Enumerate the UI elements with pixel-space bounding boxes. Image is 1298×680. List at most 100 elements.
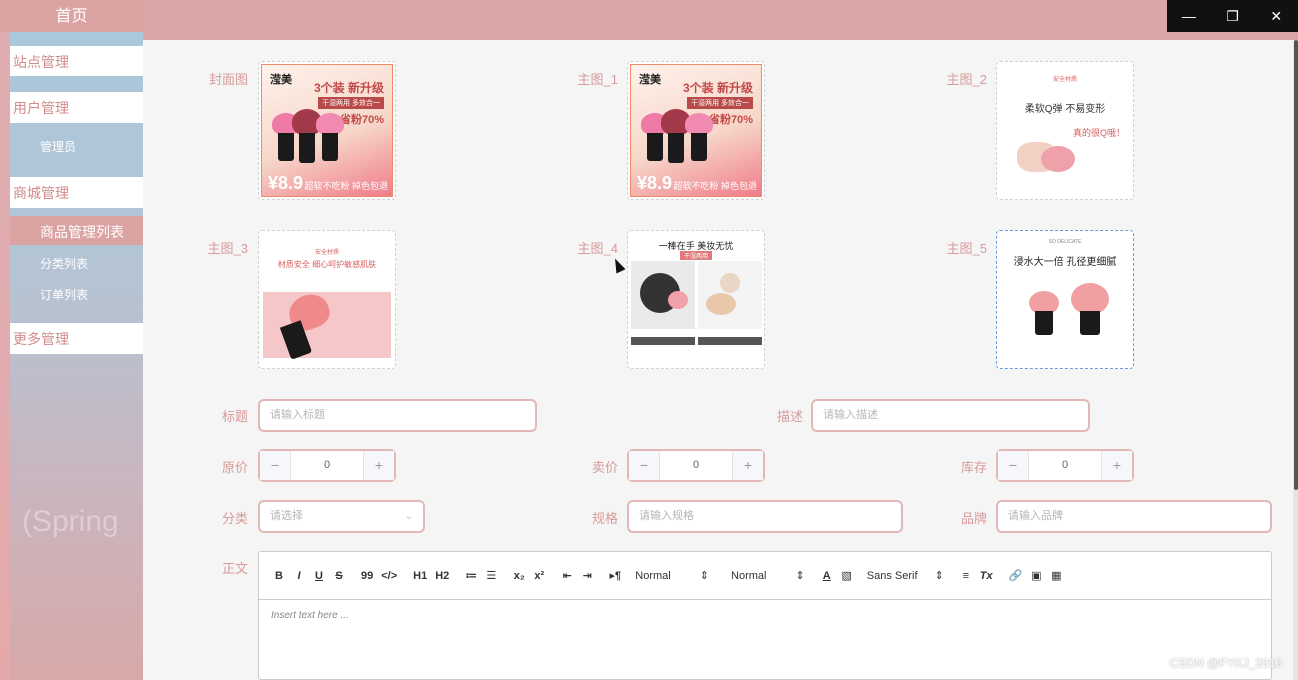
- main-image-5-upload[interactable]: SO DELICATE 浸水大一倍 孔径更细腻: [996, 230, 1134, 369]
- body-label: 正文: [221, 561, 248, 576]
- sidebar-item-mall[interactable]: 商城管理: [10, 177, 143, 208]
- category-select-placeholder: 请选择: [270, 510, 303, 522]
- art-title: 柔软Q弹 不易变形: [1024, 104, 1106, 115]
- decrement-button[interactable]: −: [260, 451, 290, 480]
- art-tag: 干湿两用: [679, 251, 713, 260]
- decrement-button[interactable]: −: [629, 451, 659, 480]
- indent-icon[interactable]: ⇥: [577, 569, 597, 582]
- watermark: CSDN @FYKJ_2010: [1169, 656, 1282, 670]
- sidebar-item-orders[interactable]: 订单列表: [10, 286, 143, 306]
- cover-image-upload[interactable]: 滢美 3个装 新升级 干湿两用 多效合一 省粉70% ¥8.9 超软不吃粉 掉色…: [258, 61, 396, 200]
- sidebar-item-users[interactable]: 用户管理: [10, 92, 143, 123]
- sidebar-accent-strip: [0, 0, 10, 680]
- updown-icon: ⇕: [795, 570, 805, 582]
- main-image-2-upload[interactable]: 安全材质 柔软Q弹 不易变形 真的很Q哦！: [996, 61, 1134, 200]
- bullet-list-icon[interactable]: ☰: [481, 569, 501, 582]
- sale-price-value[interactable]: 0: [659, 451, 733, 480]
- original-price-label: 原价: [221, 460, 248, 475]
- art-brand: 滢美: [270, 74, 292, 86]
- puff-handle: [322, 133, 338, 161]
- ordered-list-icon[interactable]: ≔: [461, 569, 481, 582]
- close-icon[interactable]: ✕: [1254, 0, 1298, 32]
- spec-input[interactable]: 请输入规格: [627, 500, 903, 533]
- code-block-button[interactable]: </>: [377, 570, 401, 582]
- sidebar-item-products[interactable]: 商品管理列表: [10, 216, 143, 245]
- editor-placeholder[interactable]: Insert text here ...: [271, 610, 349, 621]
- outdent-icon[interactable]: ⇤: [557, 569, 577, 582]
- sidebar-item-more[interactable]: 更多管理: [10, 323, 143, 354]
- puff-handle: [299, 133, 315, 163]
- art-footer: 超软不吃粉 掉色包退: [673, 181, 757, 191]
- sidebar-background-text: (Spring: [22, 505, 119, 538]
- main-image-3-label: 主图_3: [207, 241, 248, 256]
- text-direction-icon[interactable]: ▸¶: [605, 569, 625, 582]
- restore-icon[interactable]: ❐: [1211, 0, 1255, 32]
- scrollbar-thumb[interactable]: [1294, 40, 1298, 490]
- art-price: ¥8.9: [268, 173, 304, 193]
- strike-button[interactable]: S: [329, 570, 349, 582]
- sale-price-stepper: − 0 +: [627, 449, 765, 482]
- increment-button[interactable]: +: [1102, 451, 1132, 480]
- superscript-button[interactable]: x²: [529, 570, 549, 582]
- updown-icon: ⇕: [699, 570, 710, 582]
- clear-format-icon[interactable]: Tx: [976, 570, 997, 582]
- underline-button[interactable]: U: [309, 570, 329, 582]
- brand-input[interactable]: 请输入品牌: [996, 500, 1272, 533]
- title-input[interactable]: 请输入标题: [258, 399, 537, 432]
- product-image: 滢美 3个装 新升级 干湿两用 多效合一 省粉70% ¥8.9 超软不吃粉 掉色…: [630, 64, 762, 197]
- art-price: ¥8.9: [637, 173, 673, 193]
- decrement-button[interactable]: −: [998, 451, 1028, 480]
- puff-shape: [316, 113, 344, 135]
- sidebar-item-admin[interactable]: 管理员: [10, 138, 143, 158]
- product-image: 滢美 3个装 新升级 干湿两用 多效合一 省粉70% ¥8.9 超软不吃粉 掉色…: [261, 64, 393, 197]
- sidebar-item-site[interactable]: 站点管理: [10, 46, 143, 76]
- art-sub: 安全材质: [1052, 77, 1077, 83]
- category-select[interactable]: 请选择 ⌄: [258, 500, 425, 533]
- stock-value[interactable]: 0: [1028, 451, 1102, 480]
- header-1-button[interactable]: H1: [409, 570, 431, 582]
- increment-button[interactable]: +: [364, 451, 394, 480]
- art-pink-panel: [263, 292, 391, 358]
- updown-icon: ⇕: [934, 570, 944, 582]
- font-family-value: Sans Serif: [866, 570, 918, 582]
- header-2-button[interactable]: H2: [431, 570, 453, 582]
- main-image-4-upload[interactable]: 一棒在手 美妆无忧 干湿两用: [627, 230, 765, 369]
- art-caption-bar: [698, 337, 762, 345]
- art-brand: SO DELICATE: [1048, 239, 1082, 245]
- text-color-icon[interactable]: A: [817, 570, 837, 582]
- subscript-button[interactable]: x₂: [509, 570, 529, 582]
- puff-handle: [647, 133, 663, 161]
- title-label: 标题: [221, 409, 248, 424]
- puff-shape: [1041, 146, 1075, 172]
- link-icon[interactable]: 🔗: [1005, 569, 1027, 582]
- italic-button[interactable]: I: [289, 570, 309, 582]
- bold-button[interactable]: B: [269, 570, 289, 582]
- background-color-icon[interactable]: ▧: [837, 569, 857, 582]
- font-family-select[interactable]: Sans Serif ⇕: [857, 569, 956, 582]
- stock-label: 库存: [960, 460, 987, 475]
- image-icon[interactable]: ▣: [1026, 569, 1046, 582]
- header-select[interactable]: Normal ⇕: [721, 569, 817, 582]
- chevron-down-icon: ⌄: [404, 511, 413, 522]
- sidebar-item-categories[interactable]: 分类列表: [10, 255, 143, 275]
- font-size-select[interactable]: Normal ⇕: [625, 569, 721, 582]
- puff-handle: [1035, 311, 1053, 335]
- main-image-1-upload[interactable]: 滢美 3个装 新升级 干湿两用 多效合一 省粉70% ¥8.9 超软不吃粉 掉色…: [627, 61, 765, 200]
- main-image-5-label: 主图_5: [946, 241, 987, 256]
- blockquote-button[interactable]: 99: [357, 570, 377, 582]
- description-input[interactable]: 请输入描述: [811, 399, 1090, 432]
- art-sub: 安全材质: [314, 250, 339, 256]
- original-price-value[interactable]: 0: [290, 451, 364, 480]
- art-title: 材质安全 细心呵护敏感肌肤: [277, 260, 377, 269]
- cushion-shape: [706, 293, 736, 315]
- brand-label: 品牌: [960, 511, 987, 526]
- font-size-value: Normal: [635, 570, 671, 582]
- spec-label: 规格: [591, 511, 618, 526]
- stock-stepper: − 0 +: [996, 449, 1134, 482]
- sidebar-home[interactable]: 首页: [0, 0, 143, 32]
- align-icon[interactable]: ≡: [956, 570, 976, 582]
- video-icon[interactable]: ▦: [1046, 569, 1066, 582]
- main-image-3-upload[interactable]: 安全材质 材质安全 细心呵护敏感肌肤: [258, 230, 396, 369]
- minimize-icon[interactable]: —: [1167, 0, 1211, 32]
- increment-button[interactable]: +: [733, 451, 763, 480]
